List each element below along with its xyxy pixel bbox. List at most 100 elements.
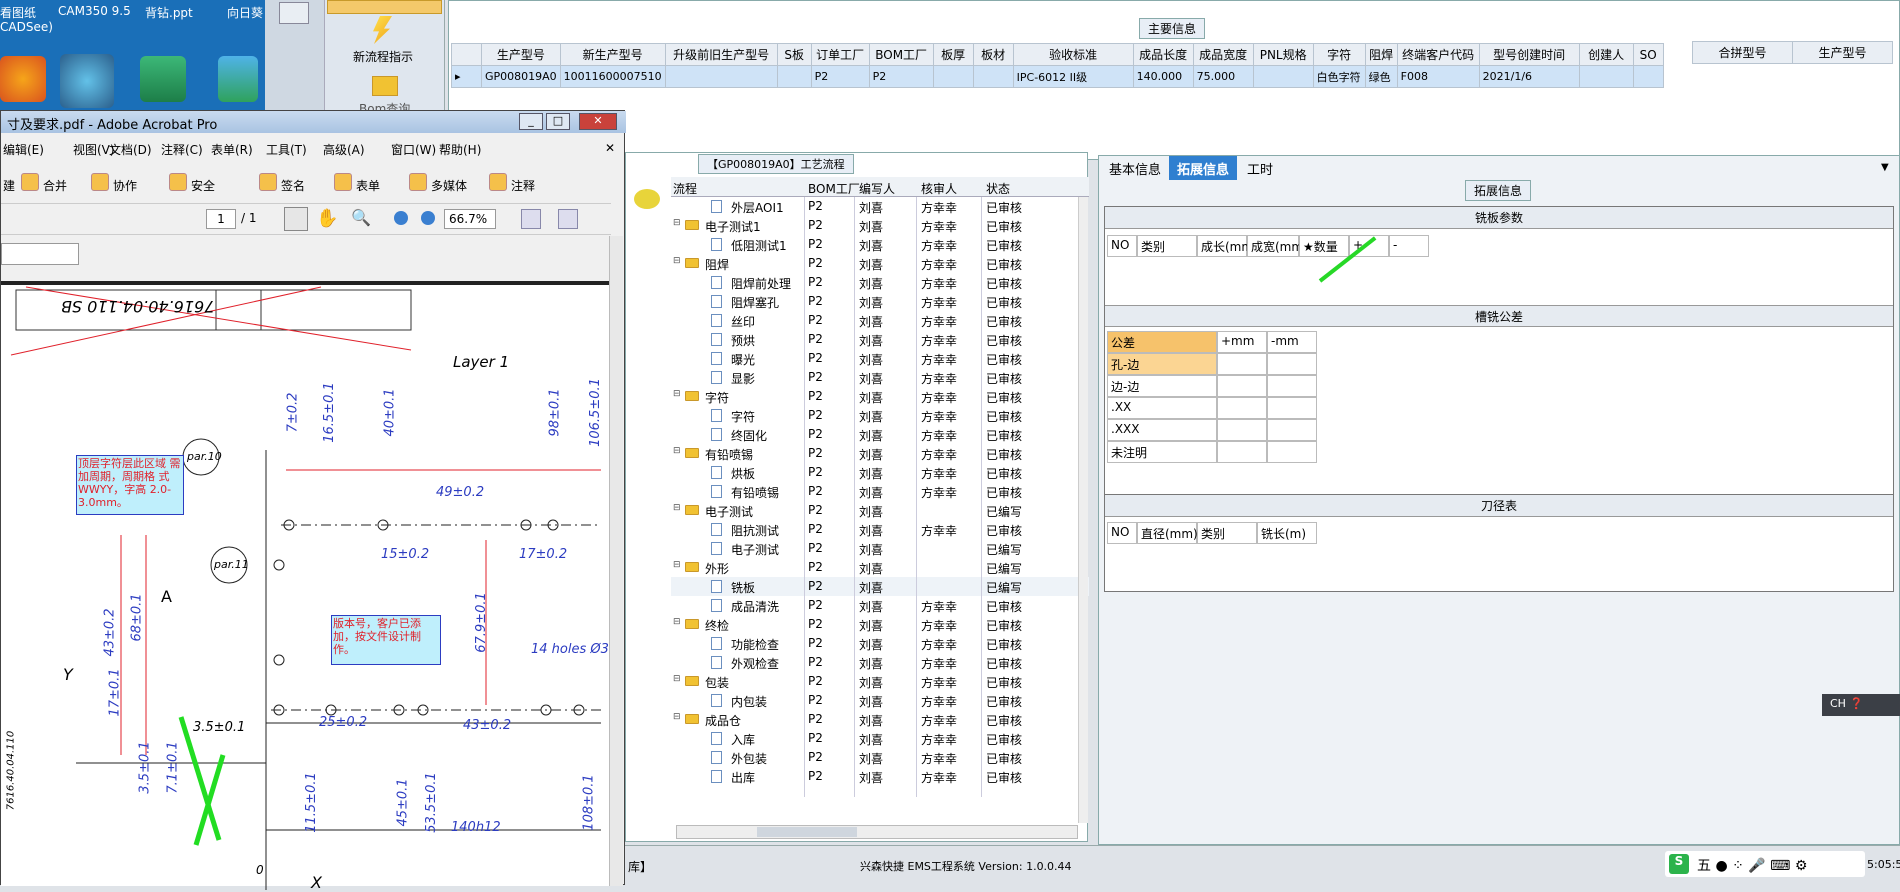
toolbar-icon[interactable]	[334, 173, 352, 191]
tool-col-header[interactable]: 铣长(m)	[1257, 522, 1317, 544]
cell[interactable]: 绿色	[1364, 65, 1398, 88]
expand-toggle-icon[interactable]: ⊟	[673, 446, 681, 456]
flow-row[interactable]: 入库 P2 刘喜 方幸幸 已审核	[671, 729, 1089, 748]
toolbar-button[interactable]: 协作	[113, 177, 137, 194]
flow-row[interactable]: ⊟ 终检 P2 刘喜 方幸幸 已审核	[671, 615, 1089, 634]
cam350-icon[interactable]	[60, 54, 114, 108]
flow-row[interactable]: 阻焊前处理 P2 刘喜 方幸幸 已审核	[671, 273, 1089, 292]
flow-row[interactable]: 阻焊塞孔 P2 刘喜 方幸幸 已审核	[671, 292, 1089, 311]
nav-new-flow[interactable]: 新流程指示	[353, 48, 413, 65]
flow-row[interactable]: ⊟ 包装 P2 刘喜 方幸幸 已审核	[671, 672, 1089, 691]
calc-icon[interactable]	[279, 2, 309, 24]
sunflower-icon[interactable]	[218, 56, 258, 102]
cell[interactable]: IPC-6012 II级	[1012, 65, 1134, 88]
col-header[interactable]: 验收标准	[1012, 43, 1134, 66]
cell[interactable]	[1632, 65, 1664, 88]
cell[interactable]: P2	[868, 65, 934, 88]
toolbar-icon[interactable]	[489, 173, 507, 191]
flow-row[interactable]: 有铅喷锡 P2 刘喜 方幸幸 已审核	[671, 482, 1089, 501]
tab-extended-info[interactable]: 拓展信息	[1169, 156, 1238, 180]
desktop-label[interactable]: 向日葵	[227, 4, 263, 21]
tool-col-header[interactable]: 直径(mm)	[1137, 522, 1198, 544]
col-header[interactable]: PNL规格	[1252, 43, 1314, 66]
col-header[interactable]: 升级前旧生产型号	[664, 43, 778, 66]
zoom-in-icon[interactable]	[421, 211, 435, 225]
col-header[interactable]: 新生产型号	[559, 43, 666, 66]
expand-toggle-icon[interactable]: ⊟	[673, 218, 681, 228]
menu-item[interactable]: 编辑(E)	[3, 141, 44, 158]
cell[interactable]: 白色字符	[1312, 65, 1366, 88]
zoom-level-input[interactable]: 66.7%	[444, 209, 496, 229]
tool-col-header[interactable]: 类别	[1197, 522, 1257, 544]
flow-row[interactable]: ⊟ 电子测试1 P2 刘喜 方幸幸 已审核	[671, 216, 1089, 235]
dropdown-icon[interactable]: ▼	[1881, 162, 1889, 173]
tolerance-input[interactable]	[1217, 419, 1267, 441]
toolbar-button[interactable]: 签名	[281, 177, 305, 194]
desktop-label[interactable]: CAM350 9.5	[58, 4, 131, 18]
expand-toggle-icon[interactable]: ⊟	[673, 674, 681, 684]
hand-tool-icon[interactable]: ✋	[316, 208, 338, 230]
tolerance-input[interactable]	[1267, 375, 1317, 397]
toolbar-icon[interactable]	[91, 173, 109, 191]
col-header[interactable]: SO	[1632, 43, 1664, 66]
flow-row[interactable]: 显影 P2 刘喜 方幸幸 已审核	[671, 368, 1089, 387]
cell[interactable]: F008	[1396, 65, 1480, 88]
toolbar-icon[interactable]	[409, 173, 427, 191]
mill-col-header[interactable]: ★数量	[1299, 235, 1349, 257]
menu-item[interactable]: 注释(C)	[161, 141, 203, 158]
select-tool-icon[interactable]	[284, 207, 308, 231]
col-header[interactable]: S板	[776, 43, 812, 66]
comment-icon[interactable]	[634, 189, 660, 209]
toolbar-icon[interactable]	[21, 173, 39, 191]
menu-item[interactable]: 表单(R)	[211, 141, 253, 158]
toolbar-icon[interactable]	[259, 173, 277, 191]
flow-row[interactable]: ⊟ 成品仓 P2 刘喜 方幸幸 已审核	[671, 710, 1089, 729]
col-header[interactable]: 阻焊	[1364, 43, 1398, 66]
toolbar-button[interactable]: 合并	[43, 177, 67, 194]
flow-row[interactable]: ⊟ 阻焊 P2 刘喜 方幸幸 已审核	[671, 254, 1089, 273]
cell[interactable]	[932, 65, 974, 88]
flow-row[interactable]: 阻抗测试 P2 刘喜 方幸幸 已审核	[671, 520, 1089, 539]
nav-active-item[interactable]	[327, 0, 442, 14]
menu-item[interactable]: 窗口(W)	[391, 141, 436, 158]
flow-row[interactable]: 铣板 P2 刘喜 已编写	[671, 577, 1089, 596]
scroll-thumb[interactable]	[757, 827, 857, 837]
language-bar[interactable]: CH ❓	[1822, 694, 1900, 716]
flow-row[interactable]: 丝印 P2 刘喜 方幸幸 已审核	[671, 311, 1089, 330]
cell[interactable]	[776, 65, 812, 88]
desktop-label[interactable]: 看图纸	[0, 4, 36, 21]
mill-col-header[interactable]: 成长(mm)	[1197, 235, 1258, 257]
menu-item[interactable]: 文档(D)	[109, 141, 152, 158]
expand-toggle-icon[interactable]: ⊟	[673, 560, 681, 570]
flow-row[interactable]: 外包装 P2 刘喜 方幸幸 已审核	[671, 748, 1089, 767]
menu-item[interactable]: 高级(A)	[323, 141, 365, 158]
expand-toggle-icon[interactable]: ⊟	[673, 389, 681, 399]
expand-toggle-icon[interactable]: ⊟	[673, 256, 681, 266]
search-combo[interactable]	[1, 243, 79, 265]
tolerance-input[interactable]	[1267, 441, 1317, 463]
fit-width-icon[interactable]	[521, 209, 541, 229]
row-indicator[interactable]: ▸	[451, 65, 482, 88]
zoom-out-icon[interactable]	[394, 211, 408, 225]
cell[interactable]: GP008019A0	[481, 65, 561, 88]
close-button[interactable]: ✕	[579, 113, 617, 130]
toolbar-button[interactable]: 表单	[356, 177, 380, 194]
flow-row[interactable]: 外观检查 P2 刘喜 方幸幸 已审核	[671, 653, 1089, 672]
tolerance-input[interactable]	[1217, 353, 1267, 375]
flow-row[interactable]: 预烘 P2 刘喜 方幸幸 已审核	[671, 330, 1089, 349]
toolbar-button[interactable]: 建	[3, 177, 15, 194]
flow-vscrollbar[interactable]	[1078, 197, 1088, 823]
pdf-vscrollbar[interactable]	[609, 236, 623, 886]
tolerance-input[interactable]	[1267, 353, 1317, 375]
close-doc-icon[interactable]: ✕	[605, 141, 615, 155]
col-header[interactable]: 字符	[1312, 43, 1366, 66]
expand-toggle-icon[interactable]: ⊟	[673, 712, 681, 722]
maximize-button[interactable]: □	[546, 113, 570, 130]
toolbar-button[interactable]: 多媒体	[431, 177, 467, 194]
col-header[interactable]: 成品长度	[1132, 43, 1194, 66]
cell[interactable]	[664, 65, 778, 88]
tolerance-input[interactable]	[1217, 397, 1267, 419]
menu-item[interactable]: 工具(T)	[266, 141, 307, 158]
minimize-button[interactable]: _	[519, 113, 543, 130]
tolerance-input[interactable]	[1217, 375, 1267, 397]
